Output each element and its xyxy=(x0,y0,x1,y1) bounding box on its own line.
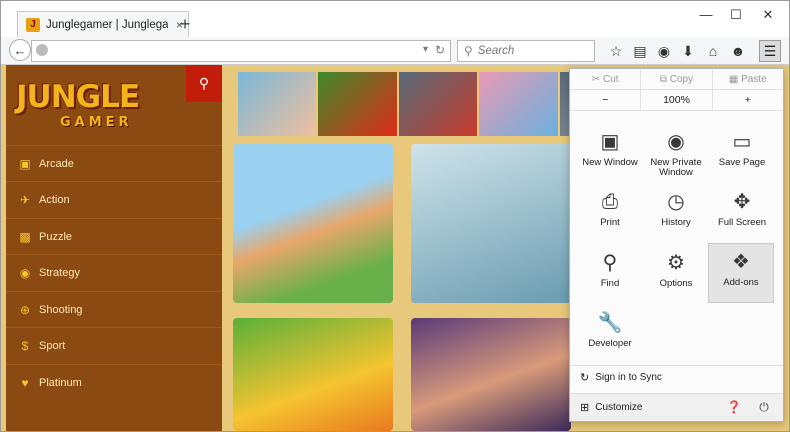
tab-strip: J Junglegamer | Junglegam... × + — ☐ ✕ xyxy=(1,1,789,37)
clipboard-icon: ▦ xyxy=(728,73,742,85)
download-icon[interactable]: ⬇ xyxy=(679,42,697,60)
dollar-icon: $ xyxy=(21,338,29,353)
add-ons-button[interactable]: ❖ Add-ons xyxy=(708,243,774,303)
site-logo[interactable]: JUNGLE GAMER xyxy=(16,79,176,139)
category-platinum[interactable]: ♥ Platinum xyxy=(6,364,222,400)
browser-window: J Junglegamer | Junglegam... × + — ☐ ✕ ←… xyxy=(0,0,790,432)
plane-icon: ✈ xyxy=(19,192,31,207)
fullscreen-icon: ✥ xyxy=(733,191,751,213)
power-icon[interactable]: ⏻ xyxy=(756,400,772,416)
game-thumbnail[interactable] xyxy=(238,72,317,136)
gamepad-icon: ▣ xyxy=(19,156,31,171)
firefox-menu-panel: ✂ Cut ⧉ Copy ▦ Paste − 100% + ▣ New Wind… xyxy=(569,68,784,422)
customize-icon[interactable]: ⊞ xyxy=(580,401,589,414)
crosshair-icon: ⊕ xyxy=(19,302,31,317)
zoom-in-button[interactable]: + xyxy=(713,90,783,110)
zoom-controls: − 100% + xyxy=(570,89,783,111)
close-window-button[interactable]: ✕ xyxy=(753,7,783,23)
bookmark-star-icon[interactable]: ☆ xyxy=(607,42,625,60)
game-thumbnail[interactable] xyxy=(318,72,397,136)
pocket-icon[interactable]: ◉ xyxy=(655,42,673,60)
category-action[interactable]: ✈ Action xyxy=(6,181,222,217)
paste-button[interactable]: ▦ Paste xyxy=(713,69,783,89)
full-screen-button[interactable]: ✥ Full Screen xyxy=(710,184,774,242)
printer-icon: ⎙ xyxy=(602,191,618,213)
customize-row: ⊞ Customize ❓ ⏻ xyxy=(570,393,783,421)
category-arcade[interactable]: ▣ Arcade xyxy=(6,145,222,181)
game-thumbnail[interactable] xyxy=(398,72,478,136)
heart-icon: ♥ xyxy=(21,375,29,390)
sync-icon: ↻ xyxy=(580,372,590,384)
maximize-button[interactable]: ☐ xyxy=(721,7,751,23)
sign-in-sync-button[interactable]: ↻ Sign in to Sync xyxy=(570,365,783,389)
edit-controls: ✂ Cut ⧉ Copy ▦ Paste xyxy=(570,69,783,89)
search-box[interactable]: ⚲ xyxy=(457,40,595,62)
copy-button[interactable]: ⧉ Copy xyxy=(641,69,713,89)
home-icon[interactable]: ⌂ xyxy=(704,42,722,60)
globe-icon: ◉ xyxy=(19,265,31,280)
game-tile-giraffe[interactable] xyxy=(233,318,393,431)
reload-icon[interactable]: ↻ xyxy=(435,43,445,57)
save-page-button[interactable]: ▭ Save Page xyxy=(710,124,774,182)
developer-button[interactable]: 🔧 Developer xyxy=(578,305,642,363)
globe-icon xyxy=(36,44,48,56)
new-window-button[interactable]: ▣ New Window xyxy=(578,124,642,182)
reading-list-icon[interactable]: ▤ xyxy=(631,42,649,60)
puzzle-icon: ❖ xyxy=(732,251,750,273)
minimize-button[interactable]: — xyxy=(691,7,721,22)
navigation-toolbar: ← ▾ ↻ ⚲ ☆ ▤ ◉ ⬇ ⌂ ☻ ☰ xyxy=(1,37,789,65)
options-button[interactable]: ⚙ Options xyxy=(644,245,708,303)
page-icon: ▭ xyxy=(732,131,752,153)
tab-title: Junglegamer | Junglegam... xyxy=(46,18,168,31)
game-tile-cowgirl[interactable] xyxy=(233,144,393,303)
url-bar[interactable]: ▾ ↻ xyxy=(31,40,451,62)
game-thumbnail[interactable] xyxy=(479,72,558,136)
site-search-button[interactable]: ⚲ xyxy=(186,65,222,102)
search-input[interactable] xyxy=(477,45,578,57)
game-tile-creature[interactable] xyxy=(411,144,571,303)
window-icon: ▣ xyxy=(600,131,620,153)
hamburger-menu-button[interactable]: ☰ xyxy=(759,40,781,62)
new-private-window-button[interactable]: ◉ New Private Window xyxy=(644,124,708,182)
help-icon[interactable]: ❓ xyxy=(726,400,742,416)
magnifier-icon: ⚲ xyxy=(602,252,618,274)
category-shooting[interactable]: ⊕ Shooting xyxy=(6,291,222,327)
copy-icon: ⧉ xyxy=(659,73,670,85)
game-tile-hero[interactable] xyxy=(411,318,571,431)
tab-junglegamer[interactable]: J Junglegamer | Junglegam... × xyxy=(17,11,189,37)
category-sport[interactable]: $ Sport xyxy=(6,327,222,363)
category-puzzle[interactable]: ▩ Puzzle xyxy=(6,218,222,254)
print-button[interactable]: ⎙ Print xyxy=(578,184,642,242)
site-sidebar: JUNGLE GAMER ⚲ ▣ Arcade ✈ Action ▩ Puzzle ◉… xyxy=(6,65,222,431)
smiley-icon[interactable]: ☻ xyxy=(729,42,747,60)
history-button[interactable]: ◷ History xyxy=(644,184,708,242)
mask-icon: ◉ xyxy=(667,131,685,153)
back-button[interactable]: ← xyxy=(9,39,31,61)
zoom-out-button[interactable]: − xyxy=(570,90,640,110)
cut-button[interactable]: ✂ Cut xyxy=(570,69,642,89)
clock-icon: ◷ xyxy=(667,191,685,213)
new-tab-button[interactable]: + xyxy=(175,14,195,35)
category-strategy[interactable]: ◉ Strategy xyxy=(6,254,222,290)
gear-icon: ⚙ xyxy=(667,252,685,274)
find-button[interactable]: ⚲ Find xyxy=(578,245,642,303)
dropdown-arrow-icon[interactable]: ▾ xyxy=(423,44,428,55)
zoom-reset-button[interactable]: 100% xyxy=(640,90,713,110)
customize-button[interactable]: Customize xyxy=(595,402,642,413)
scissors-icon: ✂ xyxy=(591,73,603,85)
wrench-icon: 🔧 xyxy=(597,312,623,334)
search-icon: ⚲ xyxy=(464,44,473,58)
site-favicon-icon: J xyxy=(26,17,40,32)
image-icon: ▩ xyxy=(19,229,31,244)
